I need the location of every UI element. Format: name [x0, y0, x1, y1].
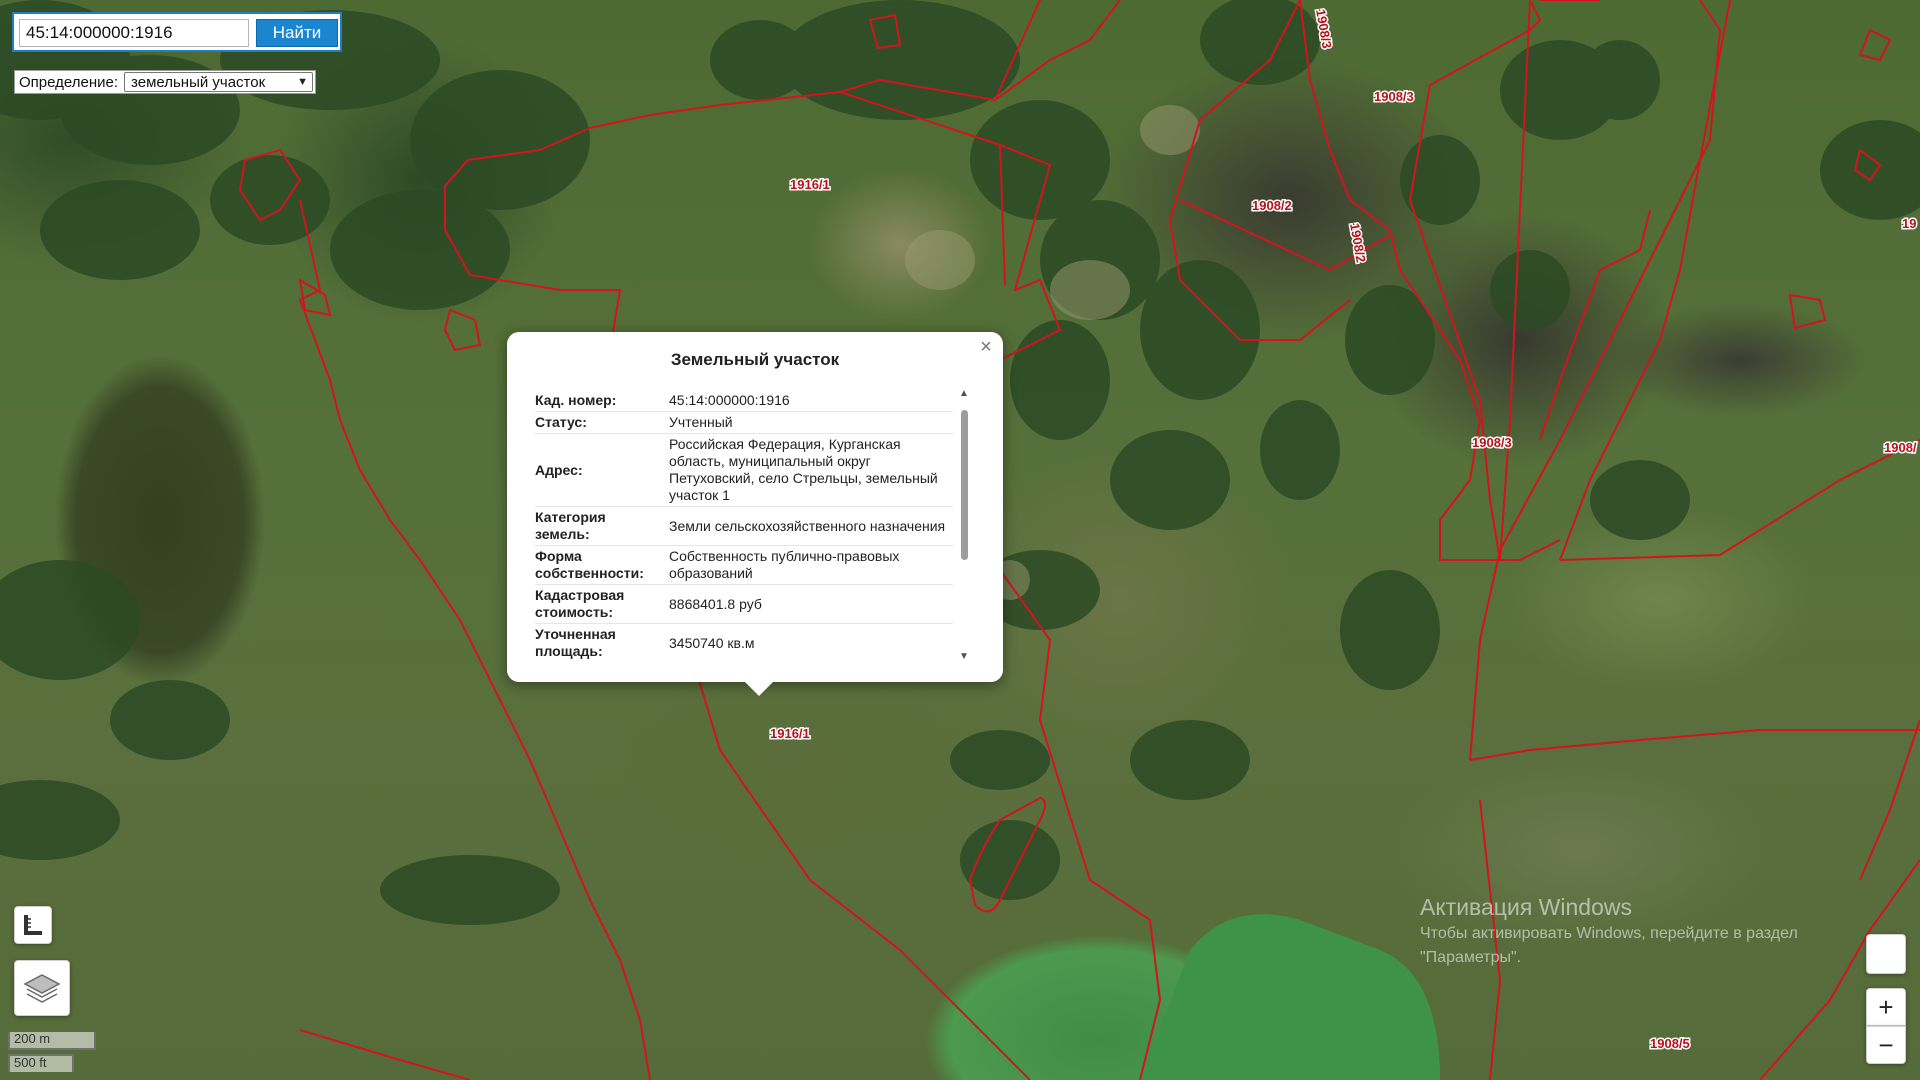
search-panel: Найти	[12, 12, 342, 52]
parcel-label: 1908/	[1884, 440, 1917, 455]
parcel-label: 19	[1902, 216, 1916, 231]
scale-bar-imperial: 500 ft	[8, 1054, 74, 1072]
definition-label: Определение:	[19, 73, 119, 91]
property-key-text: Статус	[535, 414, 583, 430]
fullscreen-button[interactable]	[1866, 934, 1906, 974]
property-key: Статус:	[535, 411, 667, 434]
popup-scrollbar[interactable]: ▲ ▼	[955, 388, 973, 662]
layers-icon	[23, 974, 61, 1003]
parcel-label: 1908/2	[1252, 198, 1292, 213]
definition-selector: Определение: земельный участок ▼	[14, 70, 316, 94]
property-key: Уточненная площадь:	[535, 623, 667, 660]
property-value: Собственность публично-правовых образова…	[667, 545, 953, 585]
property-value: 3450740 кв.м	[667, 623, 953, 660]
parcel-info-popup: × Земельный участок Кад. номер: 45:14:000…	[507, 332, 1003, 696]
property-row: Кад. номер: 45:14:000000:1916	[535, 390, 953, 412]
scrollbar-thumb[interactable]	[961, 410, 968, 560]
property-row: Категория земель: Земли сельскохозяйствен…	[535, 506, 953, 546]
property-key-text: Кадастровая стоимость	[535, 587, 625, 620]
cadastral-search-input[interactable]	[19, 19, 249, 47]
parcel-properties-table: Кад. номер: 45:14:000000:1916 Статус: Учтен…	[535, 390, 953, 660]
watermark-title: Активация Windows	[1420, 894, 1632, 920]
definition-select[interactable]: земельный участок ▼	[124, 72, 313, 92]
windows-activation-watermark: Активация Windows Чтобы активировать Win…	[1420, 892, 1860, 970]
popup-title: Земельный участок	[670, 350, 840, 369]
parcel-label: 1908/3	[1472, 435, 1512, 450]
property-key: Кадастровая стоимость:	[535, 584, 667, 624]
popup-content[interactable]: Кад. номер: 45:14:000000:1916 Статус: Учтен…	[535, 390, 953, 660]
property-key-text: Кад. номер	[535, 392, 612, 408]
property-row: Статус: Учтенный	[535, 411, 953, 434]
parcel-label: 1916/1	[790, 177, 830, 192]
property-key: Форма собственности:	[535, 545, 667, 585]
parcel-label: 1908/3	[1374, 89, 1414, 104]
property-key-text: Уточненная площадь	[535, 626, 616, 659]
property-key-text: Адрес	[535, 461, 578, 478]
property-key: Адрес:	[535, 433, 667, 507]
property-value: Учтенный	[667, 411, 953, 434]
property-value: Российская Федерация, Курганская область…	[667, 433, 953, 507]
ruler-icon	[24, 915, 42, 935]
measure-button[interactable]	[14, 906, 52, 944]
scale-bar-metric: 200 m	[8, 1032, 96, 1050]
property-row: Адрес: Российская Федерация, Курганская о…	[535, 433, 953, 507]
chevron-down-icon: ▼	[297, 76, 308, 88]
property-value: 45:14:000000:1916	[667, 390, 953, 412]
watermark-text: Чтобы активировать Windows, перейдите в …	[1420, 925, 1798, 966]
property-row: Форма собственности: Собственность публич…	[535, 545, 953, 585]
zoom-in-button[interactable]: +	[1866, 988, 1906, 1026]
property-value: Земли сельскохозяйственного назначения	[667, 506, 953, 546]
property-row: Кадастровая стоимость: 8868401.8 руб	[535, 584, 953, 624]
property-key-text: Категория земель	[535, 509, 606, 542]
lake	[1140, 914, 1440, 1080]
zoom-out-button[interactable]: −	[1866, 1026, 1906, 1064]
property-key-text: Форма собственности	[535, 548, 640, 581]
property-row: Уточненная площадь: 3450740 кв.м	[535, 623, 953, 660]
scroll-up-arrow-icon[interactable]: ▲	[959, 388, 969, 399]
parcel-label: 1908/5	[1650, 1036, 1690, 1051]
layers-button[interactable]	[14, 960, 70, 1016]
parcel-label: 1916/1	[770, 726, 810, 741]
definition-selected-value: земельный участок	[131, 73, 266, 91]
property-value: 8868401.8 руб	[667, 584, 953, 624]
property-key: Категория земель:	[535, 506, 667, 546]
property-key: Кад. номер:	[535, 390, 667, 412]
scroll-down-arrow-icon[interactable]: ▼	[959, 651, 969, 662]
find-button[interactable]: Найти	[256, 19, 338, 47]
